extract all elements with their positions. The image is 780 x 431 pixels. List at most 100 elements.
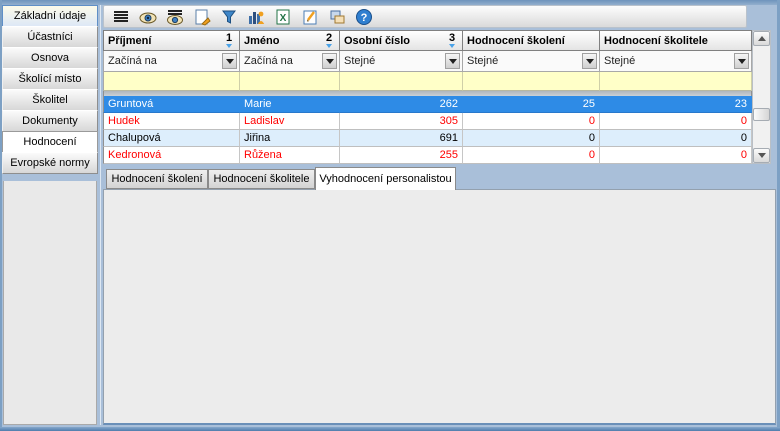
sidebar: Základní údaje Účastníci Osnova Školící …	[2, 5, 98, 174]
filter-input-jmeno[interactable]	[240, 72, 340, 91]
sidebar-item-skolici-misto[interactable]: Školící místo	[2, 68, 98, 90]
filter-operator-prijmeni[interactable]: Začíná na	[103, 51, 240, 72]
sidebar-item-zakladni-udaje[interactable]: Základní údaje	[2, 5, 98, 27]
filter-input-hodnoceni-skolitele[interactable]	[600, 72, 752, 91]
cell-osobni-cislo[interactable]: 691	[340, 130, 463, 147]
tab-hodnoceni-skolitele[interactable]: Hodnocení školitele	[208, 169, 315, 189]
excel-export-icon[interactable]: X	[273, 7, 293, 27]
cell-osobni-cislo[interactable]: 262	[340, 96, 463, 113]
column-label: Hodnocení školitele	[604, 35, 708, 47]
filter-input-hodnoceni-skoleni[interactable]	[463, 72, 600, 91]
filter-icon[interactable]	[219, 7, 239, 27]
sidebar-item-osnova[interactable]: Osnova	[2, 47, 98, 69]
employee-grid: Příjmení 1 Jméno 2 Osobní číslo 3 Hodnoc…	[103, 30, 752, 164]
table-row[interactable]: Hudek Ladislav 305 0 0	[103, 113, 752, 130]
filter-input-prijmeni[interactable]	[103, 72, 240, 91]
cell-osobni-cislo[interactable]: 255	[340, 147, 463, 164]
table-row[interactable]: Chalupová Jiřina 691 0 0	[103, 130, 752, 147]
chart-person-icon[interactable]	[246, 7, 266, 27]
svg-text:?: ?	[361, 12, 368, 24]
cell-hodnoceni-skolitele[interactable]: 0	[600, 113, 752, 130]
svg-text:X: X	[280, 13, 287, 24]
sort-arrow-icon	[449, 44, 455, 48]
cell-hodnoceni-skoleni[interactable]: 25	[463, 96, 600, 113]
sidebar-item-ucastnici[interactable]: Účastníci	[2, 26, 98, 48]
cell-jmeno[interactable]: Jiřina	[240, 130, 340, 147]
filter-operator-hodnoceni-skoleni[interactable]: Stejné	[463, 51, 600, 72]
sidebar-item-evropske-normy[interactable]: Evropské normy	[2, 152, 98, 174]
grid-vertical-scrollbar[interactable]	[752, 30, 771, 164]
cell-jmeno[interactable]: Růžena	[240, 147, 340, 164]
sort-arrow-icon	[226, 44, 232, 48]
grid-filter-operator-row: Začíná na Začíná na Stejné Stejné Stejné	[103, 51, 752, 72]
column-label: Jméno	[244, 35, 279, 47]
cell-jmeno[interactable]: Marie	[240, 96, 340, 113]
cell-hodnoceni-skolitele[interactable]: 0	[600, 147, 752, 164]
dropdown-button[interactable]	[734, 53, 749, 69]
table-row[interactable]: Kedronová Růžena 255 0 0	[103, 147, 752, 164]
sort-arrow-icon	[326, 44, 332, 48]
column-header-hodnoceni-skoleni[interactable]: Hodnocení školení	[463, 30, 600, 51]
cell-jmeno[interactable]: Ladislav	[240, 113, 340, 130]
cell-prijmeni[interactable]: Gruntová	[103, 96, 240, 113]
content-divider	[100, 5, 101, 425]
dropdown-button[interactable]	[322, 53, 337, 69]
column-header-hodnoceni-skolitele[interactable]: Hodnocení školitele	[600, 30, 752, 51]
column-label: Hodnocení školení	[467, 35, 565, 47]
dropdown-button[interactable]	[582, 53, 597, 69]
cell-hodnoceni-skolitele[interactable]: 0	[600, 130, 752, 147]
edit-icon[interactable]	[300, 7, 320, 27]
note-edit-icon[interactable]	[192, 7, 212, 27]
sidebar-item-hodnoceni[interactable]: Hodnocení	[2, 131, 98, 153]
cell-hodnoceni-skolitele[interactable]: 23	[600, 96, 752, 113]
scroll-down-button[interactable]	[753, 148, 770, 163]
dropdown-button[interactable]	[445, 53, 460, 69]
help-icon[interactable]: ?	[354, 7, 374, 27]
column-label: Příjmení	[108, 35, 151, 47]
evaluation-panel	[103, 189, 776, 425]
table-row[interactable]: Gruntová Marie 262 25 23	[103, 96, 752, 113]
chevron-down-icon	[586, 59, 594, 64]
sidebar-empty-panel	[3, 181, 97, 425]
arrow-down-icon	[758, 153, 766, 158]
column-label: Osobní číslo	[344, 35, 410, 47]
chevron-down-icon	[226, 59, 234, 64]
preview-icon[interactable]	[138, 7, 158, 27]
tab-vyhodnoceni-personalistou[interactable]: Vyhodnocení personalistou	[315, 167, 456, 190]
cell-osobni-cislo[interactable]: 305	[340, 113, 463, 130]
cell-hodnoceni-skoleni[interactable]: 0	[463, 130, 600, 147]
filter-operator-label: Začíná na	[108, 55, 157, 67]
filter-operator-label: Stejné	[344, 55, 375, 67]
window-bottom-border	[0, 427, 780, 431]
filter-operator-osobni-cislo[interactable]: Stejné	[340, 51, 463, 72]
sidebar-item-dokumenty[interactable]: Dokumenty	[2, 110, 98, 132]
eye-rows-icon[interactable]	[165, 7, 185, 27]
filter-operator-label: Stejné	[604, 55, 635, 67]
chevron-down-icon	[326, 59, 334, 64]
filter-operator-label: Stejné	[467, 55, 498, 67]
filter-input-osobni-cislo[interactable]	[340, 72, 463, 91]
chevron-down-icon	[738, 59, 746, 64]
chevron-down-icon	[449, 59, 457, 64]
dropdown-button[interactable]	[222, 53, 237, 69]
sort-indicator: 2	[323, 33, 335, 48]
cell-prijmeni[interactable]: Chalupová	[103, 130, 240, 147]
column-header-jmeno[interactable]: Jméno 2	[240, 30, 340, 51]
filter-operator-hodnoceni-skolitele[interactable]: Stejné	[600, 51, 752, 72]
filter-operator-label: Začíná na	[244, 55, 293, 67]
rows-icon[interactable]	[111, 7, 131, 27]
column-header-prijmeni[interactable]: Příjmení 1	[103, 30, 240, 51]
arrow-up-icon	[758, 36, 766, 41]
filter-operator-jmeno[interactable]: Začíná na	[240, 51, 340, 72]
scrollbar-thumb[interactable]	[753, 108, 770, 121]
copy-icon[interactable]	[327, 7, 347, 27]
cell-hodnoceni-skoleni[interactable]: 0	[463, 113, 600, 130]
cell-hodnoceni-skoleni[interactable]: 0	[463, 147, 600, 164]
cell-prijmeni[interactable]: Kedronová	[103, 147, 240, 164]
sidebar-item-skolitel[interactable]: Školitel	[2, 89, 98, 111]
toolbar: X ?	[103, 5, 747, 28]
tab-hodnoceni-skoleni[interactable]: Hodnocení školení	[106, 169, 208, 189]
column-header-osobni-cislo[interactable]: Osobní číslo 3	[340, 30, 463, 51]
cell-prijmeni[interactable]: Hudek	[103, 113, 240, 130]
scroll-up-button[interactable]	[753, 31, 770, 46]
